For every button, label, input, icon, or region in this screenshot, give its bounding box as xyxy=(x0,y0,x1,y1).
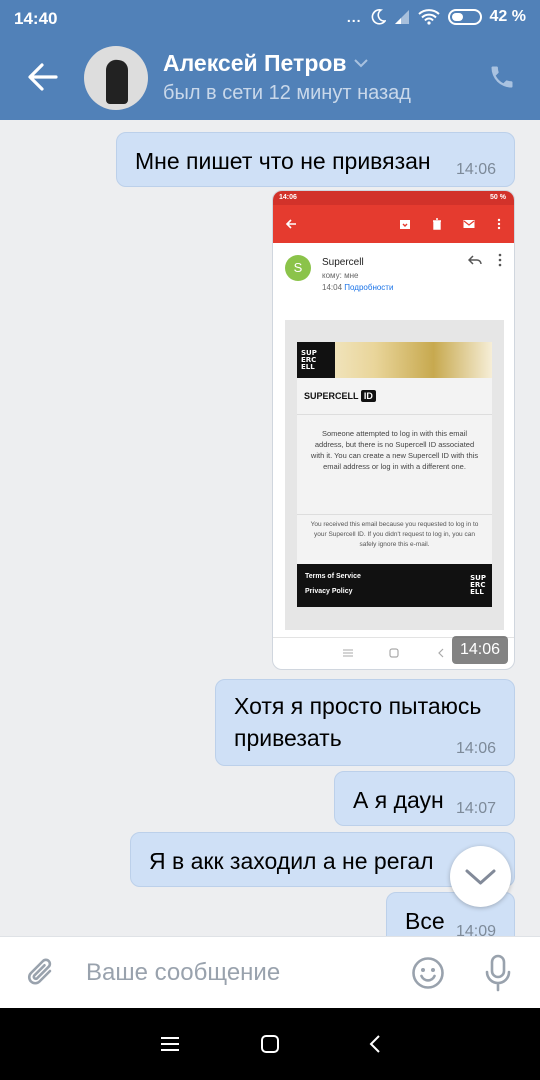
message-text: Хотя я просто пытаюсь привезать xyxy=(234,693,482,751)
attachment-email-text: Someone attempted to log in with this em… xyxy=(310,429,479,471)
message-time: 14:07 xyxy=(455,800,496,817)
status-icons: ... 42 % xyxy=(347,8,526,26)
attachment-banner-image: SUP ERC ELL xyxy=(297,342,492,378)
arrow-left-icon[interactable] xyxy=(26,60,60,94)
attachment-brand: SUPERCELL ID xyxy=(304,390,376,402)
divider xyxy=(297,514,492,515)
message-text: А я даун xyxy=(353,787,444,813)
wifi-icon xyxy=(417,9,440,25)
battery-level xyxy=(451,13,463,21)
attachment-terms: Terms of Service xyxy=(305,573,361,580)
message-composer xyxy=(0,936,540,1008)
attachment-status-battery: 50 % xyxy=(490,194,506,201)
notification-dots: ... xyxy=(346,9,362,25)
chevron-down-icon[interactable] xyxy=(354,58,368,68)
message-input[interactable] xyxy=(86,956,386,990)
more-vertical-icon xyxy=(497,218,501,230)
attachment-status-bar: 14:06 50 % xyxy=(273,191,514,205)
attachment-email-note: You received this email because you requ… xyxy=(310,521,479,548)
attachment-status-time: 14:06 xyxy=(279,194,297,201)
image-attachment[interactable]: 14:06 50 % S Supercell кому: мне 14:04 П… xyxy=(272,190,515,670)
message-bubble[interactable]: А я даун 14:07 xyxy=(334,771,515,826)
more-vertical-icon xyxy=(498,253,502,267)
system-nav-bar xyxy=(0,1008,540,1080)
message-bubble[interactable]: Мне пишет что не привязан 14:06 xyxy=(116,132,515,187)
avatar-figure xyxy=(106,60,128,104)
reply-icon xyxy=(468,255,482,265)
menu-icon[interactable] xyxy=(158,1032,182,1056)
attachment-sender: Supercell xyxy=(322,257,364,268)
paperclip-icon[interactable] xyxy=(24,955,60,991)
supercell-logo: SUP ERC ELL xyxy=(297,342,335,378)
message-text: Я в акк заходил а не регал xyxy=(149,848,434,874)
square-icon xyxy=(389,648,399,658)
message-bubble[interactable]: Хотя я просто пытаюсь привезать 14:06 xyxy=(215,679,515,766)
attachment-sent-line: 14:04 Подробности xyxy=(322,283,393,292)
chat-header: Алексей Петров был в сети 12 минут назад xyxy=(0,36,540,120)
contact-name[interactable]: Алексей Петров xyxy=(163,50,347,77)
arrow-left-icon xyxy=(285,219,296,229)
contact-status: был в сети 12 минут назад xyxy=(163,82,411,104)
mail-icon xyxy=(463,220,475,228)
message-text: Мне пишет что не привязан xyxy=(135,148,431,174)
attachment-toolbar xyxy=(273,205,514,243)
trash-icon xyxy=(433,218,441,230)
smile-icon[interactable] xyxy=(411,956,445,990)
microphone-icon[interactable] xyxy=(484,954,512,992)
message-time: 14:06 xyxy=(455,161,496,178)
message-text: Все xyxy=(405,908,445,934)
battery-icon xyxy=(447,9,482,25)
attachment-recipient: кому: мне xyxy=(322,271,359,280)
phone-icon[interactable] xyxy=(488,62,516,92)
attachment-brand-badge: ID xyxy=(360,390,376,402)
attachment-sender-avatar: S xyxy=(285,255,311,281)
attachment-sent-time: 14:04 xyxy=(322,283,343,292)
back-icon xyxy=(438,648,444,658)
moon-icon xyxy=(371,9,386,25)
attachment-privacy: Privacy Policy xyxy=(305,588,353,595)
supercell-logo: SUP ERC ELL xyxy=(470,574,486,596)
menu-icon xyxy=(343,649,353,657)
attachment-email-footer: Terms of Service Privacy Policy SUP ERC … xyxy=(297,564,492,607)
attachment-email-header: S Supercell кому: мне 14:04 Подробности xyxy=(273,243,514,303)
archive-icon xyxy=(400,220,410,229)
avatar[interactable] xyxy=(84,46,148,110)
message-time: 14:06 xyxy=(455,740,496,757)
chevron-down-icon xyxy=(465,869,496,885)
attachment-time: 14:06 xyxy=(452,636,508,664)
status-time: 14:40 xyxy=(14,9,58,28)
attachment-email-card: SUP ERC ELL SUPERCELL ID Someone attempt… xyxy=(297,342,492,607)
attachment-brand-name: SUPERCELL xyxy=(304,391,359,401)
scroll-down-button[interactable] xyxy=(450,846,511,907)
signal-icon xyxy=(394,10,409,24)
back-icon[interactable] xyxy=(364,1032,388,1056)
attachment-email-body: SUP ERC ELL SUPERCELL ID Someone attempt… xyxy=(285,320,504,630)
attachment-details-link: Подробности xyxy=(344,283,394,292)
status-bar: 14:40 ... 42 % xyxy=(0,0,540,36)
divider xyxy=(297,414,492,415)
battery-percent: 42 % xyxy=(489,8,526,25)
home-icon[interactable] xyxy=(258,1032,282,1056)
